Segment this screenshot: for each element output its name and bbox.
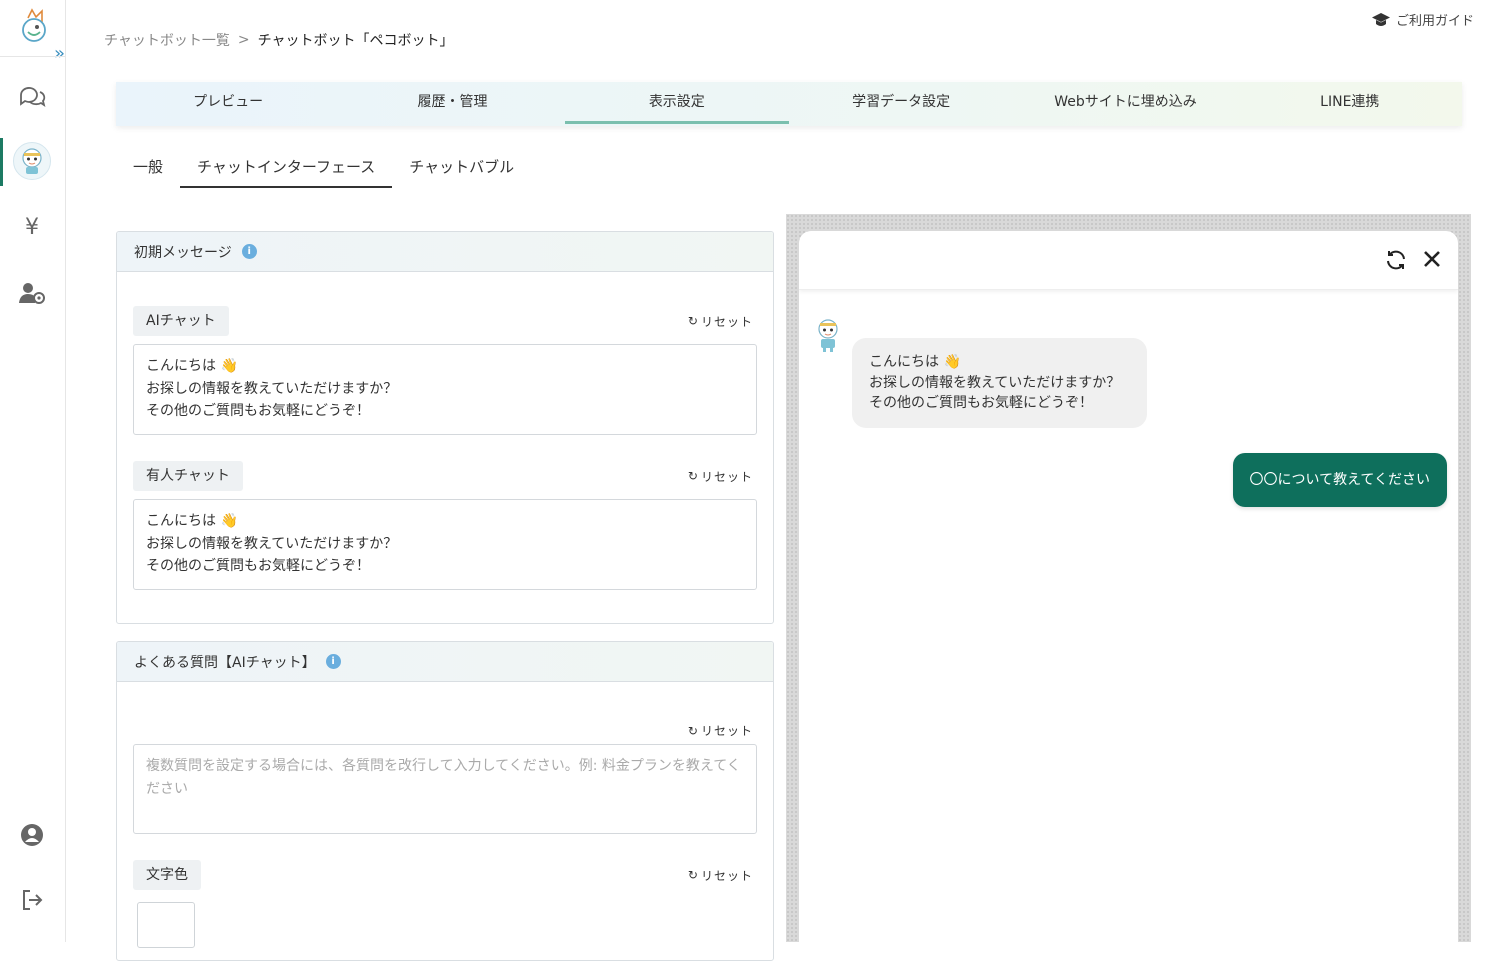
close-icon[interactable] <box>1420 247 1444 271</box>
ai-chat-message-textarea[interactable]: こんにちは 👋 お探しの情報を教えていただけますか？ その他のご質問もお気軽にど… <box>133 344 757 435</box>
reset-icon: ↻ <box>687 469 699 483</box>
account-icon[interactable] <box>17 820 47 850</box>
graduation-cap-icon <box>1371 12 1390 26</box>
tab-embed[interactable]: Webサイトに埋め込み <box>1013 82 1237 126</box>
user-message-bubble: 〇〇について教えてください <box>1232 453 1447 507</box>
reset-icon: ↻ <box>687 868 699 882</box>
reset-icon: ↻ <box>687 314 699 328</box>
user-settings-icon[interactable] <box>17 278 47 308</box>
info-icon[interactable]: i <box>325 654 341 669</box>
human-chat-reset-button[interactable]: ↻ リセット <box>688 468 753 485</box>
breadcrumb: チャットボット一覧 > チャットボット「ペコボット」 <box>104 30 453 50</box>
ai-chat-reset-button[interactable]: ↻ リセット <box>688 313 753 330</box>
faq-header: よくある質問【AIチャット】 i <box>117 642 773 682</box>
text-color-reset-button[interactable]: ↻ リセット <box>688 867 753 884</box>
faq-title: よくある質問【AIチャット】 <box>134 654 316 671</box>
ai-chat-label: AIチャット <box>133 306 229 336</box>
ai-chat-row: AIチャット ↻ リセット <box>133 306 753 336</box>
text-color-row: 文字色 ↻ リセット <box>133 860 753 890</box>
ai-chat-line: こんにちは 👋 <box>146 358 238 374</box>
logout-icon[interactable] <box>17 885 47 915</box>
breadcrumb-parent[interactable]: チャットボット一覧 <box>104 30 230 50</box>
refresh-icon[interactable] <box>1384 248 1408 272</box>
text-color-swatch[interactable] <box>137 902 195 948</box>
initial-message-header: 初期メッセージ i <box>117 232 773 272</box>
human-chat-line: お探しの情報を教えていただけますか？ <box>146 535 398 552</box>
faq-placeholder: 複数質問を設定する場合には、各質問を改行して入力してください。例: 料金プランを… <box>146 758 741 797</box>
initial-message-card: 初期メッセージ i AIチャット ↻ リセット こんにちは 👋 お探しの情報を教… <box>116 231 774 624</box>
logo-icon[interactable] <box>18 8 50 44</box>
sidebar: » ¥ <box>0 0 66 942</box>
faq-textarea[interactable]: 複数質問を設定する場合には、各質問を改行して入力してください。例: 料金プランを… <box>133 744 757 834</box>
subtab-general[interactable]: 一般 <box>116 150 180 188</box>
chat-preview-header <box>799 231 1458 290</box>
ai-chat-line: お探しの情報を教えていただけますか？ <box>146 380 398 397</box>
tab-history[interactable]: 履歴・管理 <box>340 82 564 126</box>
bot-message-line: こんにちは 👋 <box>869 354 961 370</box>
human-chat-line: その他のご質問もお気軽にどうぞ！ <box>146 558 370 574</box>
tab-preview[interactable]: プレビュー <box>116 82 340 126</box>
reset-icon: ↻ <box>687 723 699 738</box>
bot-message-line: その他のご質問もお気軽にどうぞ！ <box>869 395 1093 411</box>
faq-reset-row: ↻ リセット <box>133 722 753 739</box>
initial-message-title: 初期メッセージ <box>134 244 232 261</box>
faq-card: よくある質問【AIチャット】 i ↻ リセット 複数質問を設定する場合には、各質… <box>116 641 774 961</box>
sidebar-active-indicator <box>0 138 3 186</box>
text-color-label: 文字色 <box>133 860 201 890</box>
human-chat-label: 有人チャット <box>133 461 243 491</box>
subtab-chat-bubble[interactable]: チャットバブル <box>392 150 531 188</box>
subtab-chat-interface[interactable]: チャットインターフェース <box>180 150 393 188</box>
tab-display-settings[interactable]: 表示設定 <box>564 82 790 126</box>
bot-message-bubble: こんにちは 👋 お探しの情報を教えていただけますか？ その他のご質問もお気軽にど… <box>852 338 1147 428</box>
ai-chat-line: その他のご質問もお気軽にどうぞ！ <box>146 403 370 419</box>
guide-label: ご利用ガイド <box>1395 14 1474 29</box>
bot-message-line: お探しの情報を教えていただけますか？ <box>869 374 1121 391</box>
human-chat-row: 有人チャット ↻ リセット <box>133 461 753 491</box>
expand-icon[interactable]: » <box>54 44 65 64</box>
tab-training-data[interactable]: 学習データ設定 <box>789 82 1013 126</box>
tab-line[interactable]: LINE連携 <box>1238 82 1462 126</box>
chat-icon[interactable] <box>17 82 47 112</box>
main-tabs: プレビュー 履歴・管理 表示設定 学習データ設定 Webサイトに埋め込み LIN… <box>116 82 1462 126</box>
guide-link[interactable]: ご利用ガイド <box>1371 10 1474 29</box>
sub-tabs: 一般 チャットインターフェース チャットバブル <box>116 150 531 188</box>
sidebar-divider <box>0 56 66 57</box>
yen-icon[interactable]: ¥ <box>17 212 47 242</box>
breadcrumb-current: チャットボット「ペコボット」 <box>257 33 454 49</box>
breadcrumb-separator: > <box>237 32 250 48</box>
bot-avatar-icon <box>818 319 838 352</box>
human-chat-line: こんにちは 👋 <box>146 513 238 529</box>
human-chat-message-textarea[interactable]: こんにちは 👋 お探しの情報を教えていただけますか？ その他のご質問もお気軽にど… <box>133 499 757 590</box>
chat-preview-window: こんにちは 👋 お探しの情報を教えていただけますか？ その他のご質問もお気軽にど… <box>799 231 1458 942</box>
chatbot-avatar-icon[interactable] <box>13 142 51 180</box>
info-icon[interactable]: i <box>241 244 257 259</box>
faq-reset-button[interactable]: ↻ リセット <box>688 722 753 739</box>
